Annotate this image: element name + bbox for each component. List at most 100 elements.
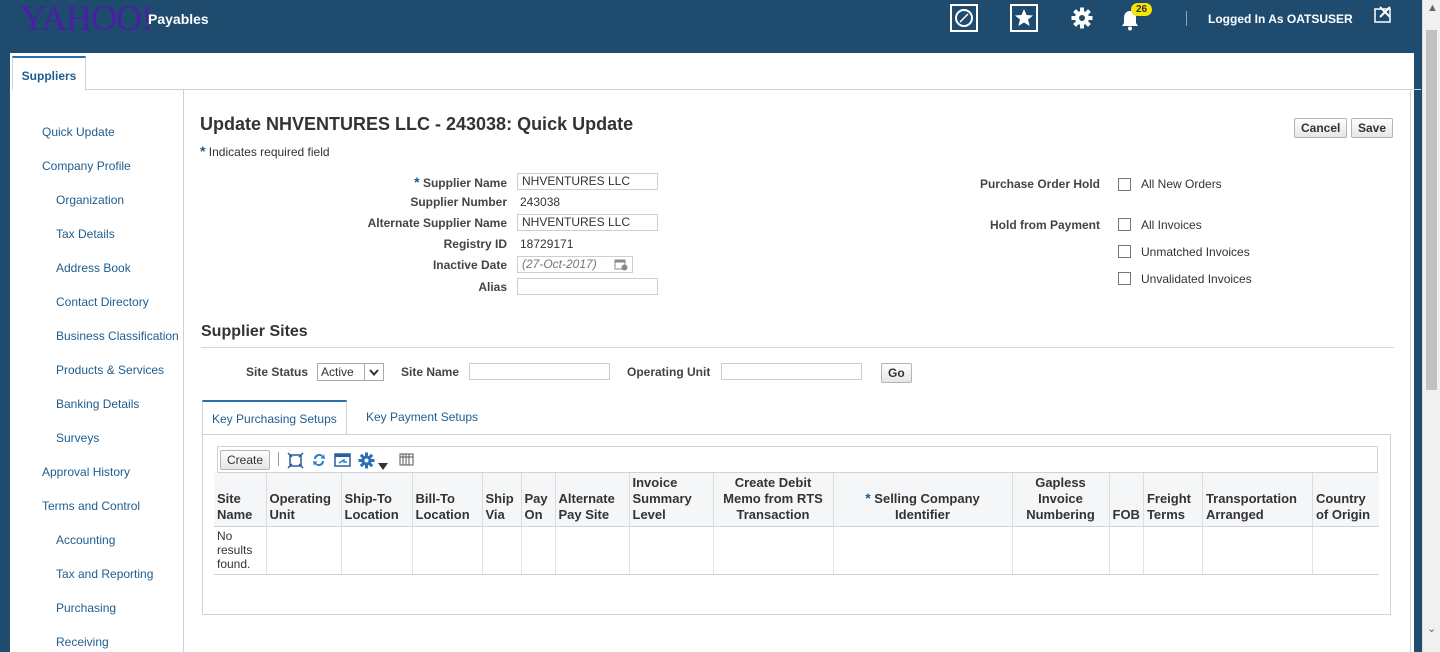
sidebar-item-banking-details[interactable]: Banking Details	[56, 397, 139, 411]
all-new-orders-checkbox[interactable]	[1118, 178, 1131, 191]
page-title: Update NHVENTURES LLC - 243038: Quick Up…	[200, 114, 634, 134]
refresh-icon[interactable]	[311, 452, 327, 473]
table-cell	[482, 526, 522, 575]
site-name-field[interactable]	[469, 363, 610, 380]
column-header[interactable]: Site Name	[214, 473, 267, 527]
column-header[interactable]: Alternate Pay Site	[555, 473, 630, 527]
scroll-up-icon[interactable]: ▲	[1427, 2, 1438, 14]
sidebar-item-approval-history[interactable]: Approval History	[42, 465, 130, 479]
column-header-selling-company[interactable]: * Selling Company Identifier	[833, 473, 1013, 527]
table-cell	[1143, 526, 1203, 575]
tab-key-purchasing-setups[interactable]: Key Purchasing Setups	[202, 400, 347, 434]
column-header[interactable]: Bill-To Location	[412, 473, 483, 527]
sidebar-item-products-services[interactable]: Products & Services	[56, 363, 164, 377]
table-cell	[412, 526, 483, 575]
site-status-select[interactable]: Active	[317, 363, 384, 381]
supplier-name-label: * Supplier Name	[414, 174, 507, 190]
empty-message: No results found.	[214, 526, 267, 575]
username: OATSUSER	[1286, 12, 1353, 26]
calendar-icon[interactable]	[614, 258, 628, 276]
registry-id-label: Registry ID	[443, 237, 507, 251]
detach-icon[interactable]	[287, 452, 304, 474]
settings-button[interactable]	[1068, 4, 1096, 32]
column-header[interactable]: Freight Terms	[1143, 473, 1203, 527]
export-icon[interactable]	[334, 452, 351, 473]
table-cell	[266, 526, 342, 575]
column-header[interactable]: Create Debit Memo from RTS Transaction	[713, 473, 834, 527]
supplier-name-label-text: Supplier Name	[422, 176, 507, 190]
cancel-button[interactable]: Cancel	[1294, 118, 1348, 138]
section-divider	[201, 347, 1394, 348]
table-cell	[713, 526, 834, 575]
sidebar-item-contact-directory[interactable]: Contact Directory	[56, 295, 149, 309]
supplier-number-value: 243038	[520, 195, 561, 209]
alias-field[interactable]	[517, 278, 658, 295]
navigator-button[interactable]	[950, 4, 978, 32]
column-header[interactable]: Ship Via	[482, 473, 522, 527]
app-name: Payables	[148, 11, 209, 27]
alternate-supplier-name-label: Alternate Supplier Name	[367, 216, 507, 230]
table-cell	[555, 526, 630, 575]
scroll-thumb[interactable]	[1426, 30, 1437, 390]
sidebar-item-tax-details[interactable]: Tax Details	[56, 227, 115, 241]
chevron-down-icon[interactable]	[364, 364, 383, 380]
logged-in-label: Logged In As	[1208, 12, 1284, 26]
operating-unit-field[interactable]	[721, 363, 862, 380]
go-button[interactable]: Go	[881, 363, 912, 383]
table-cell	[341, 526, 413, 575]
column-header[interactable]: Gapless Invoice Numbering	[1012, 473, 1110, 527]
table-header-row: Site Name Operating Unit Ship-To Locatio…	[214, 473, 1379, 527]
toolbar-divider	[278, 452, 279, 466]
column-header[interactable]: Ship-To Location	[341, 473, 413, 527]
unmatched-invoices-checkbox[interactable]	[1118, 245, 1131, 258]
required-star-icon: *	[865, 490, 871, 506]
sidebar-item-terms-and-control[interactable]: Terms and Control	[42, 499, 140, 513]
gear-icon[interactable]	[358, 452, 375, 474]
unmatched-invoices-label: Unmatched Invoices	[1141, 245, 1250, 259]
star-icon	[1010, 4, 1038, 32]
sidebar-item-organization[interactable]: Organization	[56, 193, 124, 207]
all-invoices-label: All Invoices	[1141, 218, 1202, 232]
compass-icon	[950, 4, 978, 32]
yahoo-logo: YAHOO!	[20, 0, 153, 38]
table-cell	[1012, 526, 1110, 575]
alias-label: Alias	[478, 280, 507, 294]
close-icon	[1374, 6, 1391, 23]
operating-unit-label: Operating Unit	[627, 365, 711, 379]
tab-suppliers[interactable]: Suppliers	[12, 56, 86, 90]
column-header[interactable]: Invoice Summary Level	[629, 473, 714, 527]
sidebar-item-quick-update[interactable]: Quick Update	[42, 125, 115, 139]
sidebar-item-business-classification[interactable]: Business Classification	[56, 329, 179, 343]
unvalidated-invoices-checkbox[interactable]	[1118, 272, 1131, 285]
scroll-down-icon[interactable]: ⌄	[1427, 622, 1436, 635]
table-cell	[1109, 526, 1144, 575]
create-button[interactable]: Create	[220, 450, 271, 470]
header-divider	[1186, 11, 1187, 26]
supplier-name-field[interactable]: NHVENTURES LLC	[517, 173, 658, 190]
column-header[interactable]: Operating Unit	[266, 473, 342, 527]
supplier-number-label: Supplier Number	[410, 195, 507, 209]
close-window-button[interactable]	[1372, 3, 1394, 27]
sidebar-item-tax-and-reporting[interactable]: Tax and Reporting	[56, 567, 153, 581]
sidebar-item-accounting[interactable]: Accounting	[56, 533, 115, 547]
save-button[interactable]: Save	[1351, 118, 1394, 138]
tab-key-payment-setups[interactable]: Key Payment Setups	[357, 400, 487, 434]
sidebar-item-purchasing[interactable]: Purchasing	[56, 601, 116, 615]
purchase-order-hold-label: Purchase Order Hold	[979, 177, 1100, 191]
columns-icon[interactable]	[399, 452, 414, 472]
inactive-date-label: Inactive Date	[432, 258, 507, 272]
sidebar-item-surveys[interactable]: Surveys	[56, 431, 99, 445]
vertical-scrollbar[interactable]: ▲ ⌄	[1422, 0, 1440, 652]
supplier-sites-table: Site Name Operating Unit Ship-To Locatio…	[214, 473, 1379, 575]
column-header[interactable]: Country of Origin	[1312, 473, 1379, 527]
column-header[interactable]: FOB	[1109, 473, 1144, 527]
column-header[interactable]: Transportation Arranged	[1202, 473, 1313, 527]
all-invoices-checkbox[interactable]	[1118, 218, 1131, 231]
alternate-supplier-name-field[interactable]: NHVENTURES LLC	[517, 214, 658, 231]
favorites-button[interactable]	[1010, 4, 1038, 32]
column-header[interactable]: Pay On	[521, 473, 556, 527]
sidebar-item-receiving[interactable]: Receiving	[56, 635, 109, 649]
sidebar-item-company-profile[interactable]: Company Profile	[42, 159, 131, 173]
table-cell	[1312, 526, 1379, 575]
sidebar-item-address-book[interactable]: Address Book	[56, 261, 131, 275]
